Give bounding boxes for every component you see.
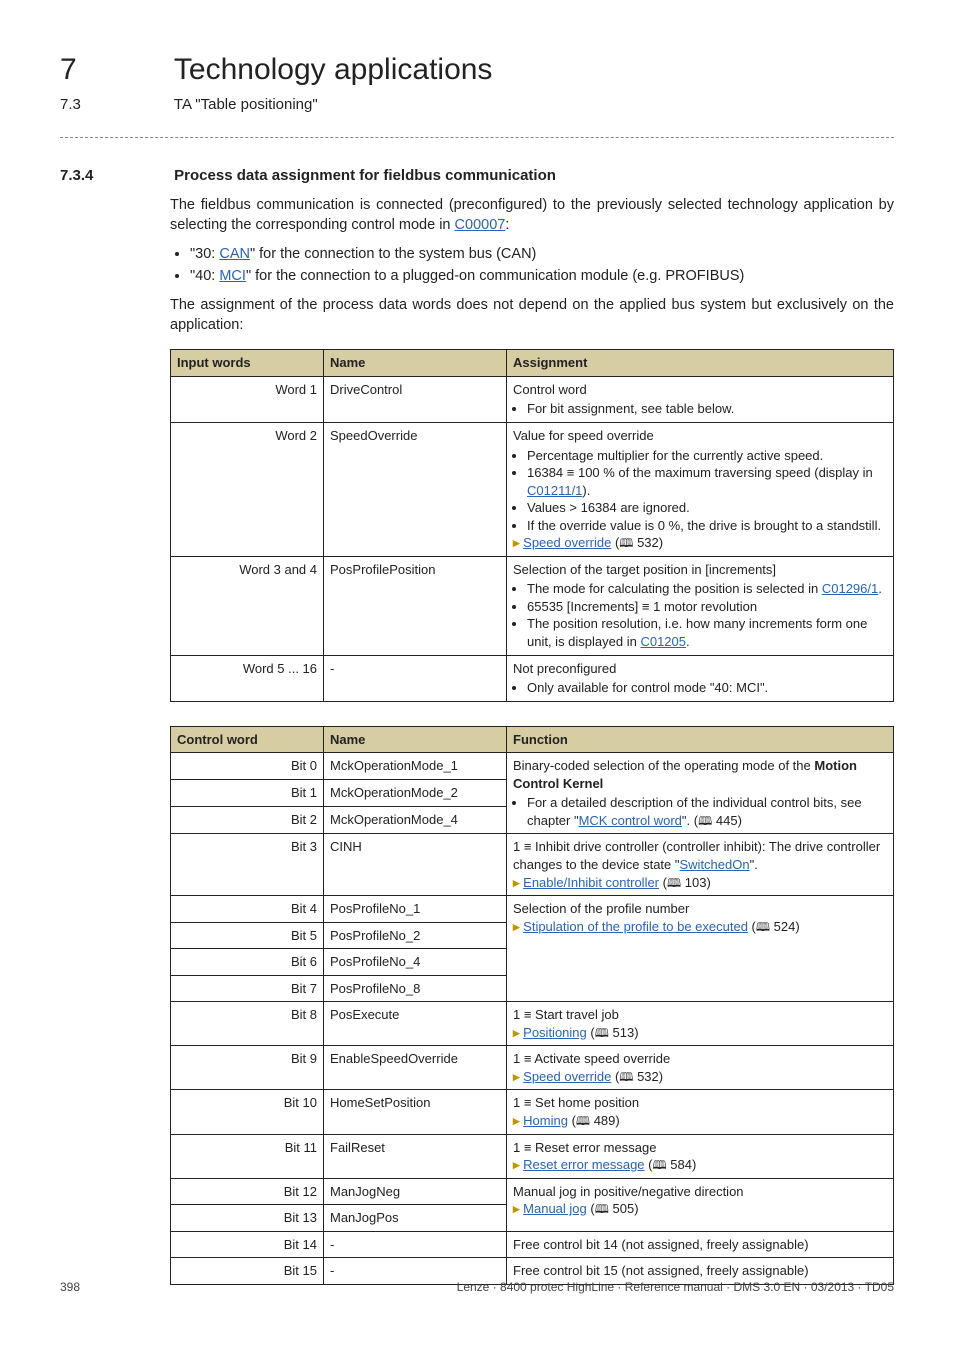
page: 7 Technology applications 7.3 TA "Table …	[0, 0, 954, 1325]
table-row: Word 2 SpeedOverride Value for speed ove…	[171, 423, 894, 557]
th-name: Name	[324, 350, 507, 377]
arrow-icon: ▸	[513, 1201, 520, 1216]
arrow-icon: ▸	[513, 1157, 520, 1172]
table-row: Bit 9 EnableSpeedOverride 1 ≡ Activate s…	[171, 1046, 894, 1090]
bullet-mci: "40: MCI" for the connection to a plugge…	[190, 267, 894, 287]
subsection-number: 7.3.4	[60, 166, 170, 186]
table-row: Bit 14 - Free control bit 14 (not assign…	[171, 1231, 894, 1258]
book-icon: 🕮	[595, 1026, 609, 1040]
table-row: Word 5 ... 16 - Not preconfigured Only a…	[171, 655, 894, 701]
section-number: 7.3	[60, 95, 170, 115]
th-input-words: Input words	[171, 350, 324, 377]
th-assignment: Assignment	[507, 350, 894, 377]
link-homing[interactable]: Homing	[523, 1113, 568, 1128]
divider	[60, 137, 894, 138]
book-icon: 🕮	[756, 920, 770, 934]
table-row: Bit 3 CINH 1 ≡ Inhibit drive controller …	[171, 834, 894, 896]
table-control-word: Control word Name Function Bit 0 MckOper…	[170, 726, 894, 1285]
link-c01205[interactable]: C01205	[640, 634, 686, 649]
table-input-words: Input words Name Assignment Word 1 Drive…	[170, 349, 894, 701]
th-control-word: Control word	[171, 726, 324, 753]
table-row: Bit 8 PosExecute 1 ≡ Start travel job ▸ …	[171, 1002, 894, 1046]
th-function: Function	[507, 726, 894, 753]
link-enable-inhibit[interactable]: Enable/Inhibit controller	[523, 875, 659, 890]
link-mck-control-word[interactable]: MCK control word	[579, 813, 682, 828]
section-title: TA "Table positioning"	[174, 96, 318, 113]
paragraph-2: The assignment of the process data words…	[170, 296, 894, 335]
arrow-icon: ▸	[513, 1113, 520, 1128]
link-mci[interactable]: MCI	[219, 268, 246, 284]
link-c01211-1[interactable]: C01211/1	[527, 483, 582, 498]
body: The fieldbus communication is connected …	[170, 196, 894, 335]
arrow-icon: ▸	[513, 875, 520, 890]
th-name2: Name	[324, 726, 507, 753]
footer: 398 Lenze · 8400 protec HighLine · Refer…	[60, 1279, 894, 1295]
page-number: 398	[60, 1279, 80, 1295]
link-speed-override2[interactable]: Speed override	[523, 1069, 611, 1084]
link-manual-jog[interactable]: Manual jog	[523, 1201, 587, 1216]
link-switchedon[interactable]: SwitchedOn	[680, 857, 750, 872]
link-profile-stipulation[interactable]: Stipulation of the profile to be execute…	[523, 919, 748, 934]
footer-source: Lenze · 8400 protec HighLine · Reference…	[457, 1279, 894, 1295]
chapter-number: 7	[60, 50, 170, 91]
link-can[interactable]: CAN	[219, 246, 250, 262]
arrow-icon: ▸	[513, 1069, 520, 1084]
book-icon: 🕮	[653, 1158, 667, 1172]
subsection-heading: 7.3.4 Process data assignment for fieldb…	[60, 166, 894, 186]
arrow-icon: ▸	[513, 919, 520, 934]
book-icon: 🕮	[619, 536, 633, 550]
paragraph-1: The fieldbus communication is connected …	[170, 196, 894, 235]
header: 7 Technology applications 7.3 TA "Table …	[60, 50, 894, 115]
link-c00007[interactable]: C00007	[455, 217, 506, 233]
book-icon: 🕮	[576, 1114, 590, 1128]
arrow-icon: ▸	[513, 1025, 520, 1040]
link-reset-error[interactable]: Reset error message	[523, 1157, 644, 1172]
table-row: Bit 10 HomeSetPosition 1 ≡ Set home posi…	[171, 1090, 894, 1134]
table-row: Word 1 DriveControl Control word For bit…	[171, 376, 894, 422]
chapter-title: Technology applications	[174, 50, 493, 91]
book-icon: 🕮	[595, 1202, 609, 1216]
book-icon: 🕮	[698, 814, 712, 828]
table-row: Bit 11 FailReset 1 ≡ Reset error message…	[171, 1134, 894, 1178]
table-row: Word 3 and 4 PosProfilePosition Selectio…	[171, 556, 894, 655]
link-speed-override[interactable]: Speed override	[523, 535, 611, 550]
book-icon: 🕮	[667, 876, 681, 890]
arrow-icon: ▸	[513, 535, 520, 550]
bullet-can: "30: CAN" for the connection to the syst…	[190, 245, 894, 265]
book-icon: 🕮	[619, 1070, 633, 1084]
table-row: Bit 4 PosProfileNo_1 Selection of the pr…	[171, 896, 894, 923]
link-c01296-1[interactable]: C01296/1	[822, 581, 878, 596]
bullet-list-1: "30: CAN" for the connection to the syst…	[170, 245, 894, 286]
table-row: Bit 0 MckOperationMode_1 Binary-coded se…	[171, 753, 894, 780]
table-row: Bit 12 ManJogNeg Manual jog in positive/…	[171, 1178, 894, 1205]
subsection-title: Process data assignment for fieldbus com…	[174, 167, 556, 184]
link-positioning[interactable]: Positioning	[523, 1025, 587, 1040]
